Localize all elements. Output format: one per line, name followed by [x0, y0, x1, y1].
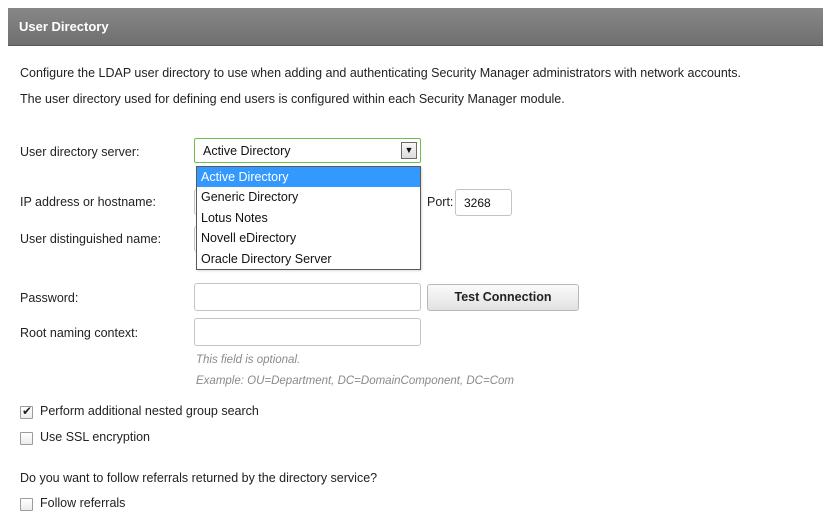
- ssl-checkbox[interactable]: [20, 432, 33, 445]
- section-header: User Directory: [8, 8, 823, 46]
- chevron-down-icon[interactable]: ▼: [401, 142, 417, 159]
- root-naming-input[interactable]: [194, 318, 421, 346]
- follow-referrals-label: Follow referrals: [40, 496, 126, 510]
- root-naming-label: Root naming context:: [20, 326, 139, 340]
- ip-label: IP address or hostname:: [20, 195, 156, 209]
- nested-group-checkbox[interactable]: ✔: [20, 404, 33, 419]
- directory-server-select[interactable]: Active Directory ▼: [194, 138, 421, 163]
- directory-server-value: Active Directory: [203, 144, 291, 158]
- port-label: Port:: [427, 195, 454, 209]
- port-input[interactable]: 3268: [455, 189, 512, 216]
- dropdown-option[interactable]: Oracle Directory Server: [197, 249, 420, 269]
- example-hint: Example: OU=Department, DC=DomainCompone…: [196, 375, 514, 387]
- nested-group-label: Perform additional nested group search: [40, 404, 259, 418]
- referrals-question: Do you want to follow referrals returned…: [20, 471, 378, 485]
- directory-server-dropdown: Active Directory Generic Directory Lotus…: [196, 166, 421, 270]
- follow-referrals-checkbox[interactable]: [20, 498, 33, 511]
- ssl-label: Use SSL encryption: [40, 430, 151, 444]
- dropdown-option[interactable]: Active Directory: [197, 167, 420, 188]
- dropdown-option[interactable]: Novell eDirectory: [197, 228, 420, 248]
- server-label: User directory server:: [20, 145, 140, 159]
- port-value: 3268: [464, 196, 491, 210]
- checkmark-icon: ✔: [22, 404, 33, 418]
- description-line-1: Configure the LDAP user directory to use…: [20, 66, 741, 80]
- dropdown-option[interactable]: Lotus Notes: [197, 208, 420, 228]
- optional-hint: This field is optional.: [196, 354, 301, 366]
- dropdown-option[interactable]: Generic Directory: [197, 187, 420, 207]
- section-title: User Directory: [19, 19, 109, 34]
- description-line-2: The user directory used for defining end…: [20, 92, 565, 106]
- dn-label: User distinguished name:: [20, 232, 162, 246]
- password-input[interactable]: [194, 283, 421, 311]
- test-connection-button[interactable]: Test Connection: [427, 284, 579, 311]
- password-label: Password:: [20, 291, 79, 305]
